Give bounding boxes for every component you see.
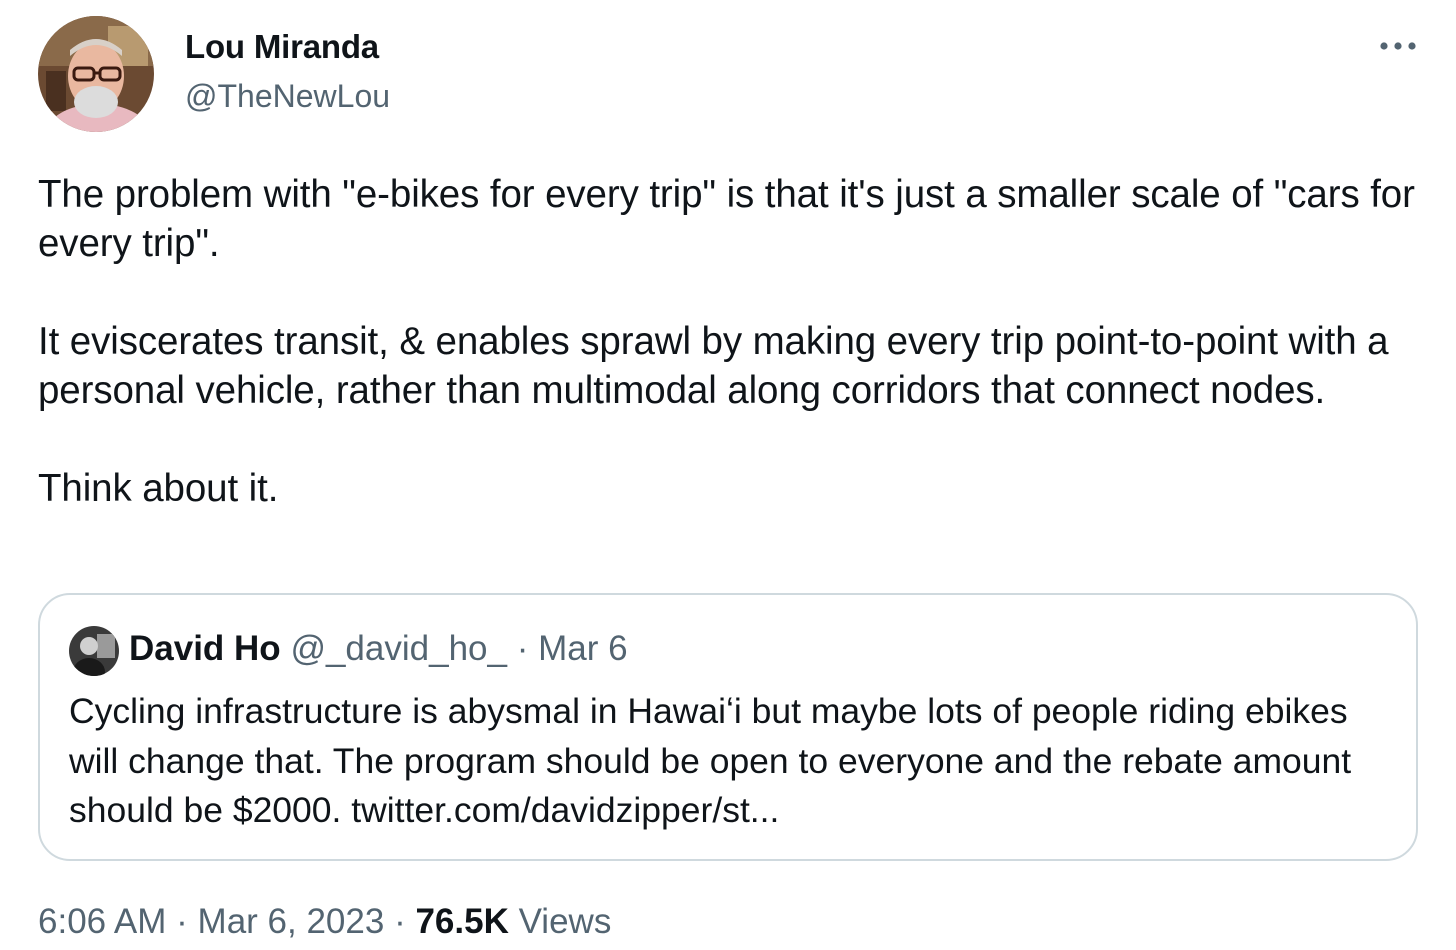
tweet-header: Lou Miranda @TheNewLou	[38, 16, 1418, 136]
views-label: Views	[518, 902, 612, 941]
tweet-paragraph: The problem with "e-bikes for every trip…	[38, 173, 1415, 265]
separator-dot: ·	[516, 629, 529, 668]
tweet-time[interactable]: 6:06 AM	[38, 902, 166, 941]
author-avatar[interactable]	[38, 16, 154, 132]
quoted-author-avatar[interactable]	[69, 626, 119, 676]
views-count[interactable]: 76.5K	[415, 902, 508, 941]
tweet-paragraph: Think about it.	[38, 467, 279, 510]
tweet-date[interactable]: Mar 6, 2023	[198, 902, 385, 941]
separator-dot: ·	[394, 902, 406, 941]
tweet-text: The problem with "e-bikes for every trip…	[38, 170, 1428, 513]
quoted-tweet-text: Cycling infrastructure is abysmal in Haw…	[69, 691, 1352, 830]
more-options-icon[interactable]	[1378, 34, 1418, 58]
tweet-paragraph: It eviscerates transit, & enables sprawl…	[38, 320, 1389, 412]
quoted-tweet-date[interactable]: Mar 6	[538, 629, 627, 668]
author-handle[interactable]: @TheNewLou	[185, 78, 390, 115]
separator-dot: ·	[176, 902, 188, 941]
author-avatar-image	[38, 16, 154, 132]
quoted-author-avatar-image	[69, 626, 119, 676]
quoted-tweet-card[interactable]: David Ho @_david_ho_ · Mar 6 Cycling inf…	[38, 593, 1418, 861]
quoted-author-handle[interactable]: @_david_ho_	[290, 629, 507, 668]
tweet-meta: 6:06 AM · Mar 6, 2023 · 76.5K Views	[38, 902, 611, 942]
author-name[interactable]: Lou Miranda	[185, 28, 379, 66]
quoted-author-name[interactable]: David Ho	[129, 629, 281, 668]
quoted-tweet-header: David Ho @_david_ho_ · Mar 6	[129, 629, 628, 669]
